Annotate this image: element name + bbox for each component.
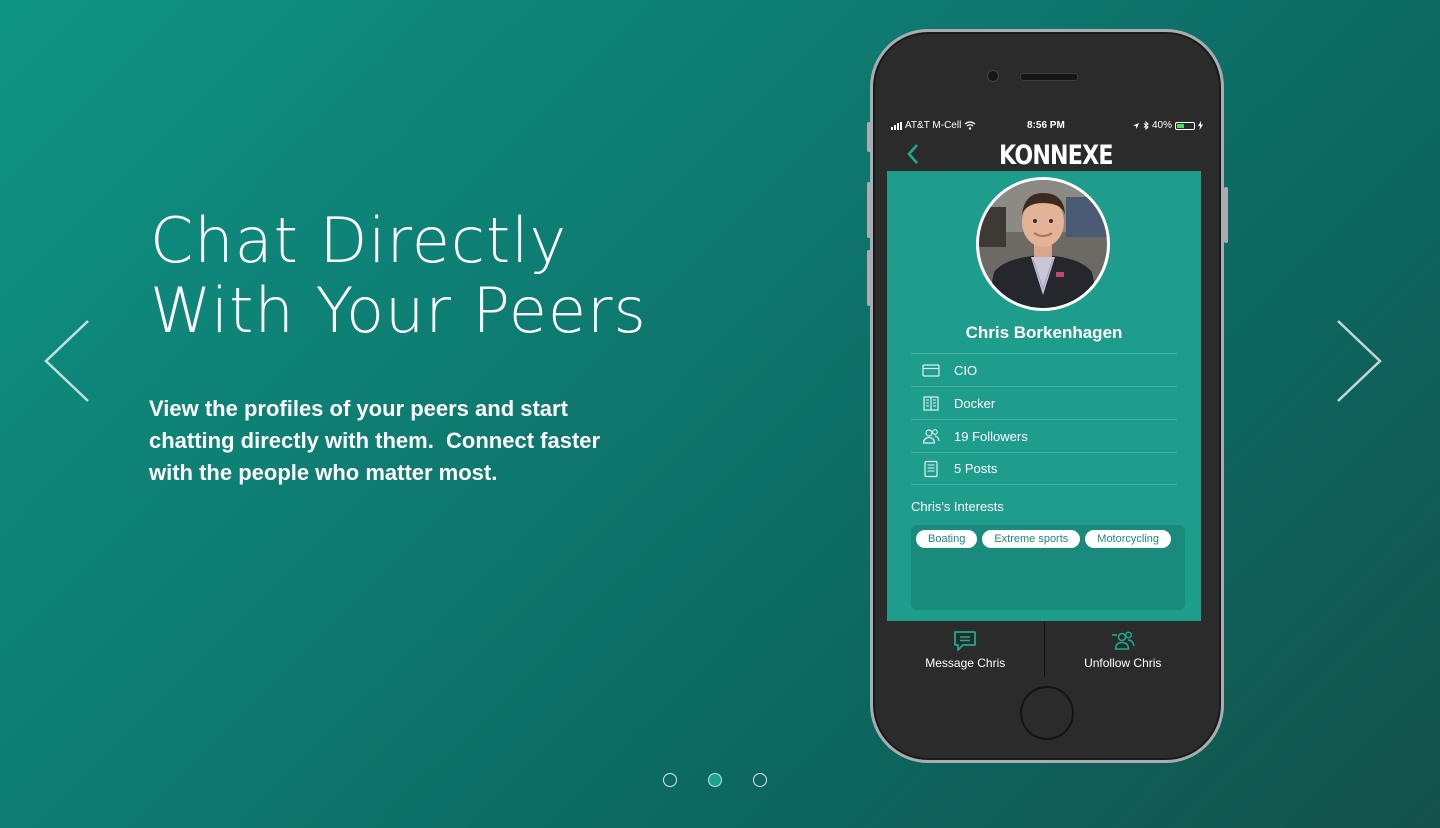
unfollow-button[interactable]: Unfollow Chris xyxy=(1045,621,1202,677)
chevron-left-icon xyxy=(907,144,918,164)
phone-camera xyxy=(987,70,999,82)
detail-row-followers[interactable]: 19 Followers xyxy=(911,419,1177,452)
hero-description: View the profiles of your peers and star… xyxy=(149,393,729,489)
unfollow-button-label: Unfollow Chris xyxy=(1084,655,1162,670)
back-button[interactable] xyxy=(905,142,921,166)
chat-bubble-icon xyxy=(952,629,978,653)
detail-posts-text: 5 Posts xyxy=(954,461,998,476)
phone-mockup: AT&T M-Cell 8:56 PM 40% KONNEXE Chris Bo… xyxy=(867,29,1228,763)
carousel-dot-1[interactable] xyxy=(663,773,677,787)
description-line-3: with the people who matter most. xyxy=(149,460,498,485)
posts-icon xyxy=(921,460,941,478)
followers-icon xyxy=(921,427,941,445)
carousel-prev-button[interactable] xyxy=(42,318,92,404)
interests-title: Chris's Interests xyxy=(911,499,1004,514)
detail-title-text: CIO xyxy=(954,362,978,378)
status-right: 40% xyxy=(1132,120,1203,131)
interest-tag[interactable]: Boating xyxy=(916,530,978,548)
chevron-left-icon xyxy=(44,320,89,402)
profile-avatar xyxy=(976,177,1110,311)
message-button[interactable]: Message Chris xyxy=(887,621,1044,677)
profile-screen: Chris Borkenhagen CIO Docker 19 Follower… xyxy=(887,171,1201,621)
detail-company-text: Docker xyxy=(954,395,996,411)
interest-tag[interactable]: Extreme sports xyxy=(982,530,1081,548)
headline-line-2: With Your Peers xyxy=(150,274,647,347)
phone-power-button xyxy=(1224,187,1228,243)
wifi-icon xyxy=(964,121,976,130)
message-button-label: Message Chris xyxy=(925,655,1006,670)
description-line-2: chatting directly with them. Connect fas… xyxy=(149,428,601,453)
detail-row-company: Docker xyxy=(911,386,1177,419)
profile-photo xyxy=(979,180,1107,308)
phone-mute-switch xyxy=(867,122,871,152)
battery-percent: 40% xyxy=(1151,120,1172,131)
detail-row-posts[interactable]: 5 Posts xyxy=(911,452,1177,485)
carousel-dot-3[interactable] xyxy=(753,773,767,787)
phone-speaker xyxy=(1020,73,1078,81)
battery-icon xyxy=(1175,121,1195,130)
interests-box: Boating Extreme sports Motorcycling xyxy=(911,525,1185,610)
signal-icon xyxy=(891,121,902,130)
profile-name: Chris Borkenhagen xyxy=(965,323,1123,342)
carousel-dot-2-active[interactable] xyxy=(708,773,722,787)
id-card-icon xyxy=(921,361,941,379)
interest-tag[interactable]: Motorcycling xyxy=(1085,530,1172,548)
app-nav-bar: KONNEXE xyxy=(887,136,1203,172)
headline-line-1: Chat Directly xyxy=(150,204,568,277)
phone-volume-down xyxy=(867,250,871,306)
detail-followers-text: 19 Followers xyxy=(954,428,1028,444)
carousel-pagination xyxy=(663,773,767,787)
hero-headline: Chat Directly With Your Peers xyxy=(150,206,790,346)
building-icon xyxy=(921,394,941,412)
detail-row-title: CIO xyxy=(911,353,1177,386)
carrier-name: AT&T M-Cell xyxy=(905,120,962,131)
carousel-next-button[interactable] xyxy=(1334,318,1384,404)
bluetooth-icon xyxy=(1143,121,1149,130)
status-carrier: AT&T M-Cell xyxy=(891,120,976,131)
status-time: 8:56 PM xyxy=(1027,120,1065,131)
location-arrow-icon xyxy=(1132,122,1139,129)
charging-icon xyxy=(1198,121,1203,130)
app-logo: KONNEXE xyxy=(999,140,1113,171)
description-line-1: View the profiles of your peers and star… xyxy=(149,396,568,421)
unfollow-user-icon xyxy=(1110,629,1136,653)
profile-details: CIO Docker 19 Followers 5 Posts xyxy=(911,353,1177,485)
phone-home-button[interactable] xyxy=(1020,686,1074,740)
phone-volume-up xyxy=(867,182,871,238)
status-bar: AT&T M-Cell 8:56 PM 40% xyxy=(891,120,1203,134)
profile-action-bar: Message Chris Unfollow Chris xyxy=(887,621,1201,677)
chevron-right-icon xyxy=(1337,320,1382,402)
